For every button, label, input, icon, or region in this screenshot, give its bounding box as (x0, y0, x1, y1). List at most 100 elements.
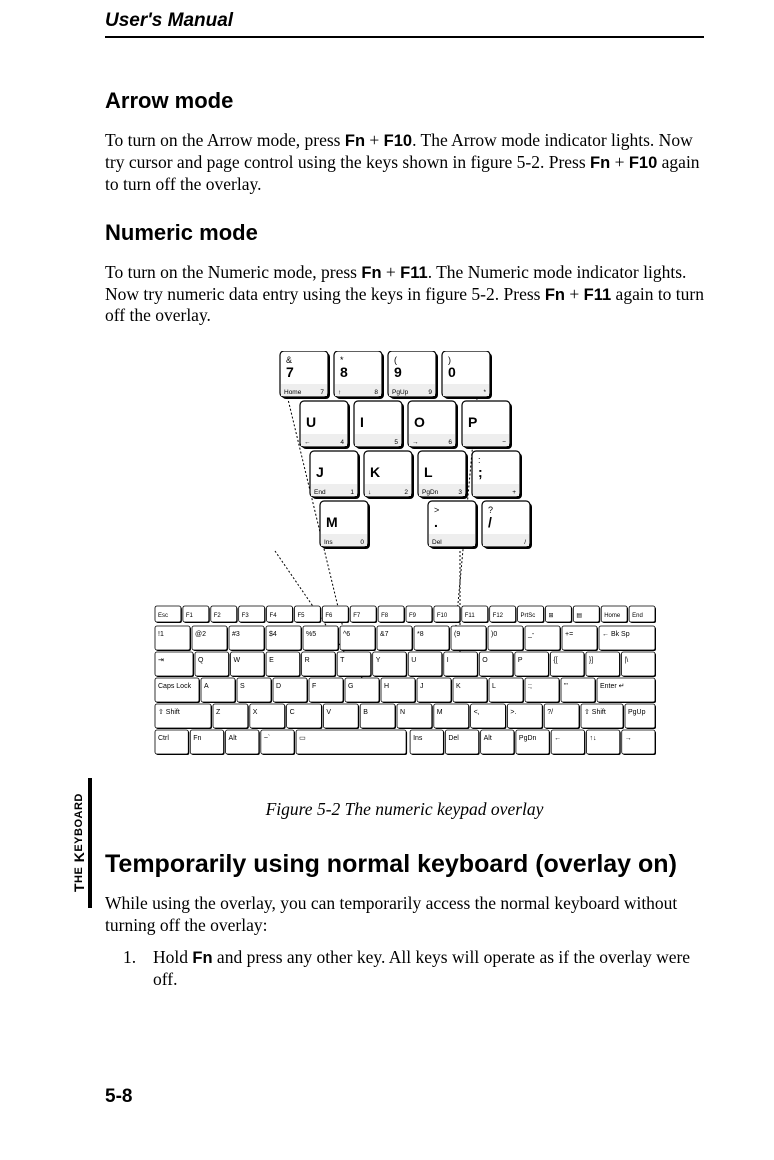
svg-text:Caps Lock: Caps Lock (158, 683, 192, 690)
svg-text:+: + (512, 489, 516, 496)
svg-text:U: U (306, 414, 316, 430)
side-tab-label: THE KEYBOARD (71, 794, 87, 893)
svg-text:@2: @2 (195, 631, 206, 638)
text: Hold (153, 947, 192, 967)
key-f11: F11 (400, 264, 428, 282)
svg-text:1: 1 (350, 489, 354, 496)
text: + (382, 262, 401, 282)
svg-text:F9: F9 (409, 613, 417, 619)
svg-text:#3: #3 (232, 631, 240, 638)
svg-text:F12: F12 (492, 613, 503, 619)
svg-text:← Bk Sp: ← Bk Sp (602, 631, 630, 638)
svg-text:↑: ↑ (338, 389, 341, 396)
page-number: 5-8 (105, 1086, 132, 1108)
svg-text:5: 5 (394, 439, 398, 446)
svg-text:Fn: Fn (193, 735, 201, 742)
svg-text:PgUp: PgUp (628, 709, 646, 716)
svg-text:⊞: ⊞ (548, 613, 553, 619)
svg-text:End: End (314, 489, 326, 496)
svg-text:Del: Del (432, 539, 442, 546)
list-item: 1. Hold Fn and press any other key. All … (123, 947, 704, 991)
svg-text:E: E (269, 657, 274, 664)
heading-numeric-mode: Numeric mode (105, 220, 704, 246)
key-fn: Fn (192, 949, 212, 967)
svg-text:7: 7 (286, 364, 294, 380)
svg-text:PgDn: PgDn (518, 735, 536, 742)
svg-text:6: 6 (448, 439, 452, 446)
key-f10: F10 (629, 154, 657, 172)
svg-text:7: 7 (320, 389, 324, 396)
svg-text:L: L (492, 683, 496, 690)
svg-text:/: / (524, 539, 526, 546)
svg-text:}]: }] (588, 657, 592, 664)
svg-text:I: I (446, 657, 448, 664)
svg-text:Ctrl: Ctrl (158, 735, 169, 742)
svg-text:W: W (233, 657, 240, 664)
svg-text:→: → (412, 439, 419, 446)
svg-text:8: 8 (340, 364, 348, 380)
svg-text:C: C (289, 709, 294, 716)
keyboard-diagram-svg: &7Home7*8↑8(9PgUp9)0*U←4I5O→6P−JEnd1K↓2L… (150, 351, 660, 781)
svg-text:F1: F1 (185, 613, 193, 619)
svg-text:⇥: ⇥ (158, 657, 164, 664)
svg-text:O: O (482, 657, 488, 664)
svg-text:←: ← (554, 735, 561, 742)
svg-text:Del: Del (448, 735, 459, 742)
svg-text:*8: *8 (417, 631, 424, 638)
key-fn: Fn (345, 132, 365, 150)
svg-text:Ins: Ins (324, 539, 333, 546)
svg-text:Alt: Alt (483, 735, 491, 742)
figure-caption: Figure 5-2 The numeric keypad overlay (105, 799, 704, 820)
svg-text:−: − (502, 439, 506, 446)
page-header: User's Manual (105, 10, 704, 32)
svg-text:J: J (316, 464, 324, 480)
svg-text:F10: F10 (436, 613, 447, 619)
svg-text:J: J (420, 683, 424, 690)
svg-text:PgDn: PgDn (422, 489, 439, 496)
para-temporarily: While using the overlay, you can tempora… (105, 893, 704, 937)
svg-text:^6: ^6 (343, 631, 350, 638)
svg-text:⇧ Shift: ⇧ Shift (158, 708, 180, 716)
svg-text:(9: (9 (454, 631, 460, 638)
text: + (565, 284, 584, 304)
svg-text:>.: >. (510, 709, 516, 716)
key-f10: F10 (384, 132, 412, 150)
svg-text:F11: F11 (464, 613, 475, 619)
svg-text:A: A (204, 683, 209, 690)
svg-text:.: . (434, 514, 438, 530)
svg-text:"': "' (564, 683, 568, 690)
svg-text:F8: F8 (381, 613, 389, 619)
svg-text:←: ← (304, 439, 311, 446)
svg-text:F6: F6 (325, 613, 333, 619)
svg-text:F: F (312, 683, 316, 690)
step-text: Hold Fn and press any other key. All key… (153, 947, 704, 991)
svg-text:N: N (400, 709, 405, 716)
svg-text:_-: _- (527, 631, 535, 638)
header-rule (105, 36, 704, 38)
svg-text::;: :; (528, 683, 532, 690)
svg-text:▤: ▤ (576, 613, 582, 619)
svg-text:F2: F2 (213, 613, 221, 619)
svg-text:D: D (276, 683, 281, 690)
svg-text:B: B (363, 709, 368, 716)
svg-text:%5: %5 (306, 631, 316, 638)
svg-text:?/: ?/ (547, 709, 553, 716)
svg-text:P: P (468, 414, 477, 430)
svg-text:Q: Q (198, 657, 204, 664)
svg-text:K: K (370, 464, 380, 480)
svg-text:~`: ~` (263, 735, 269, 742)
svg-text:<,: <, (473, 709, 479, 716)
svg-text:+=: += (565, 631, 573, 638)
svg-text:F3: F3 (241, 613, 249, 619)
text: + (365, 130, 384, 150)
svg-text:H: H (384, 683, 389, 690)
key-f11: F11 (584, 286, 612, 304)
key-fn: Fn (545, 286, 565, 304)
svg-text:!1: !1 (158, 631, 164, 638)
para-numeric-mode: To turn on the Numeric mode, press Fn + … (105, 262, 704, 328)
svg-text:8: 8 (374, 389, 378, 396)
svg-text:2: 2 (404, 489, 408, 496)
svg-text:↑↓: ↑↓ (589, 735, 596, 742)
svg-text:K: K (456, 683, 461, 690)
svg-text:End: End (632, 613, 643, 619)
